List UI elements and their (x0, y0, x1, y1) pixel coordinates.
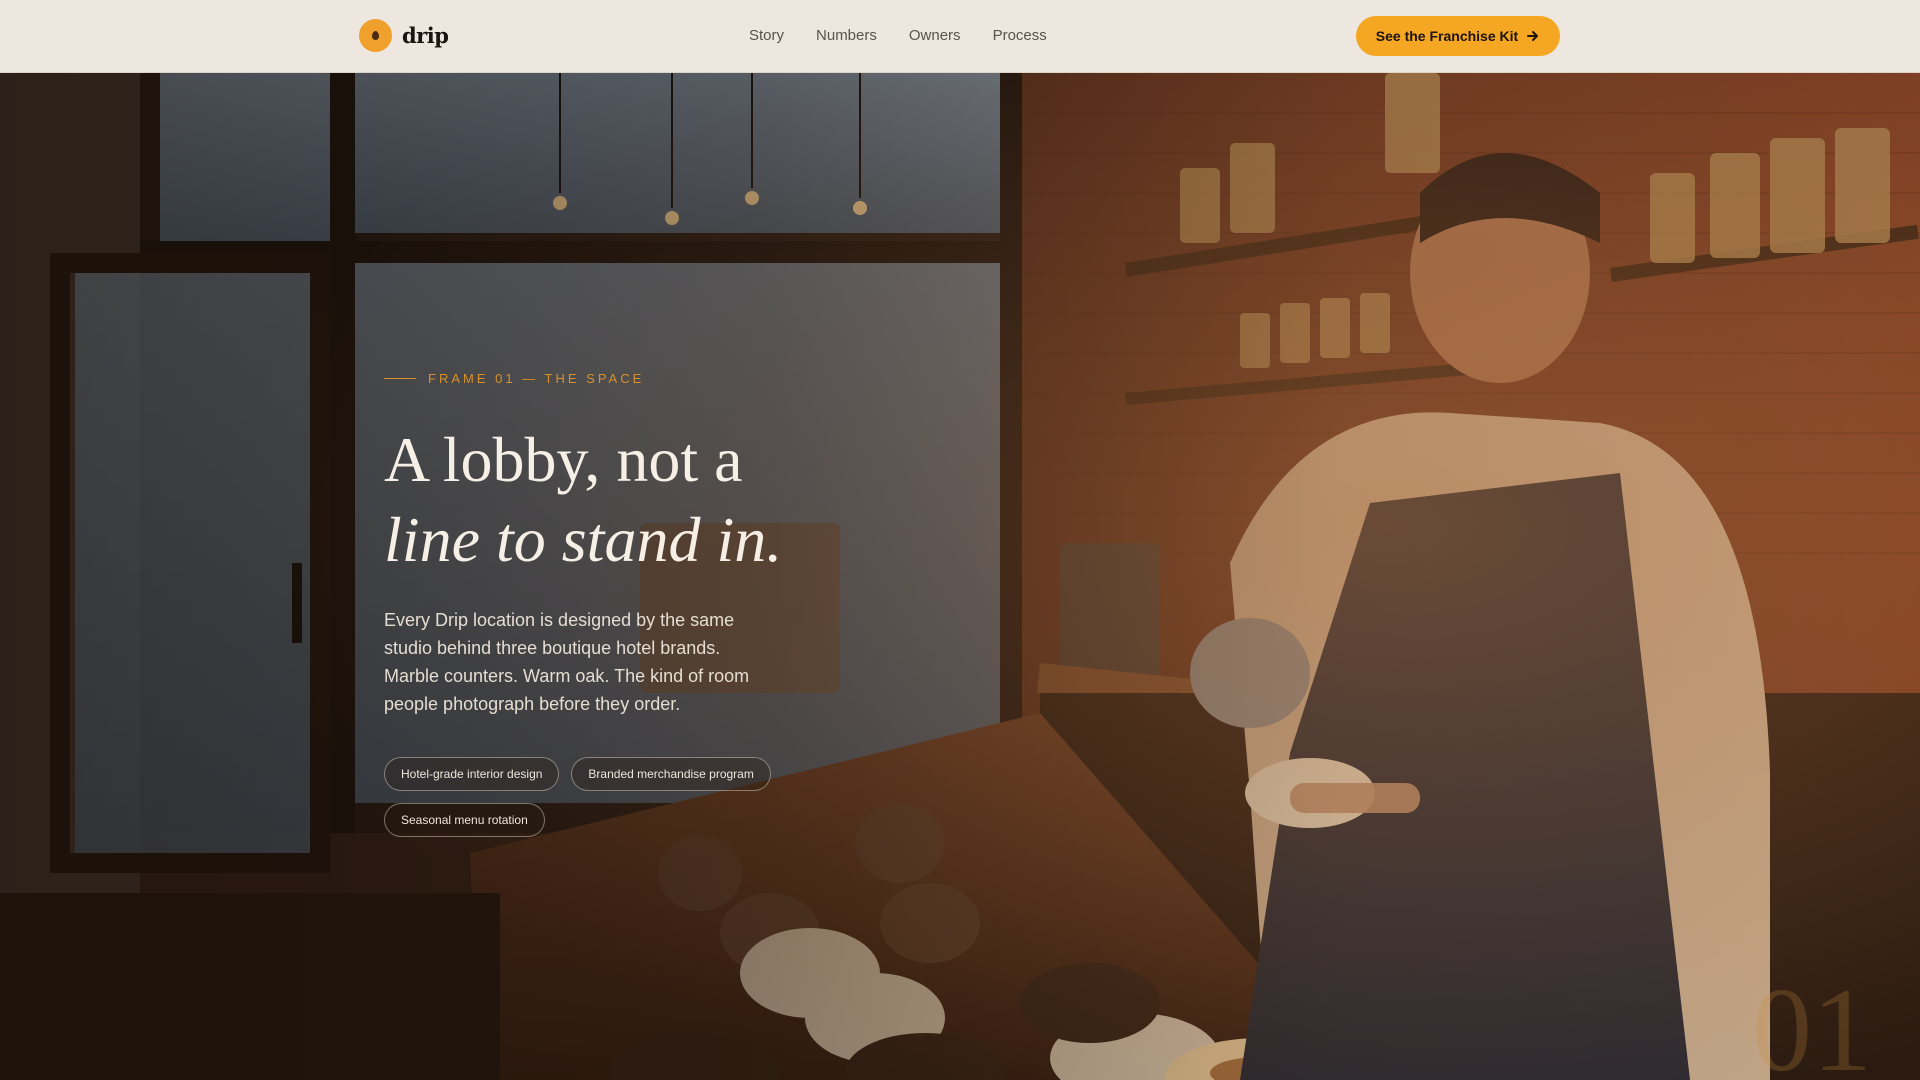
frame-number: 01 (1752, 963, 1872, 1080)
franchise-kit-button-label: See the Franchise Kit (1375, 28, 1519, 44)
hero-description: Every Drip location is designed by the s… (384, 610, 750, 714)
headline-line-1: A lobby, not a (384, 424, 743, 495)
eyebrow-rule (384, 378, 416, 379)
tag-merchandise: Branded merchandise program (571, 757, 771, 791)
tag-seasonal-menu: Seasonal menu rotation (384, 803, 545, 837)
headline-line-2: line to stand in. (384, 504, 783, 575)
top-nav: drip Story Numbers Owners Process See th… (0, 0, 1920, 73)
tag-interior-design: Hotel-grade interior design (384, 757, 560, 791)
nav-link-owners[interactable]: Owners (909, 27, 961, 44)
hero-overlay (0, 73, 1920, 1080)
feature-tags: Hotel-grade interior design Branded merc… (384, 757, 804, 837)
franchise-kit-button[interactable]: See the Franchise Kit (1356, 16, 1560, 56)
hero-headline: A lobby, not a line to stand in. (384, 420, 782, 580)
nav-links: Story Numbers Owners Process (749, 27, 1047, 44)
nav-link-process[interactable]: Process (993, 27, 1047, 44)
arrow-right-icon (1527, 31, 1539, 41)
nav-link-story[interactable]: Story (749, 27, 784, 44)
nav-link-numbers[interactable]: Numbers (816, 27, 877, 44)
drop-logo-icon (359, 19, 392, 52)
eyebrow: FRAME 01 — THE SPACE (384, 371, 644, 386)
eyebrow-label: FRAME 01 — THE SPACE (428, 371, 645, 386)
hero-section (0, 73, 1920, 1080)
brand-name: drip (402, 23, 449, 48)
brand-logo-link[interactable]: drip (359, 19, 449, 52)
